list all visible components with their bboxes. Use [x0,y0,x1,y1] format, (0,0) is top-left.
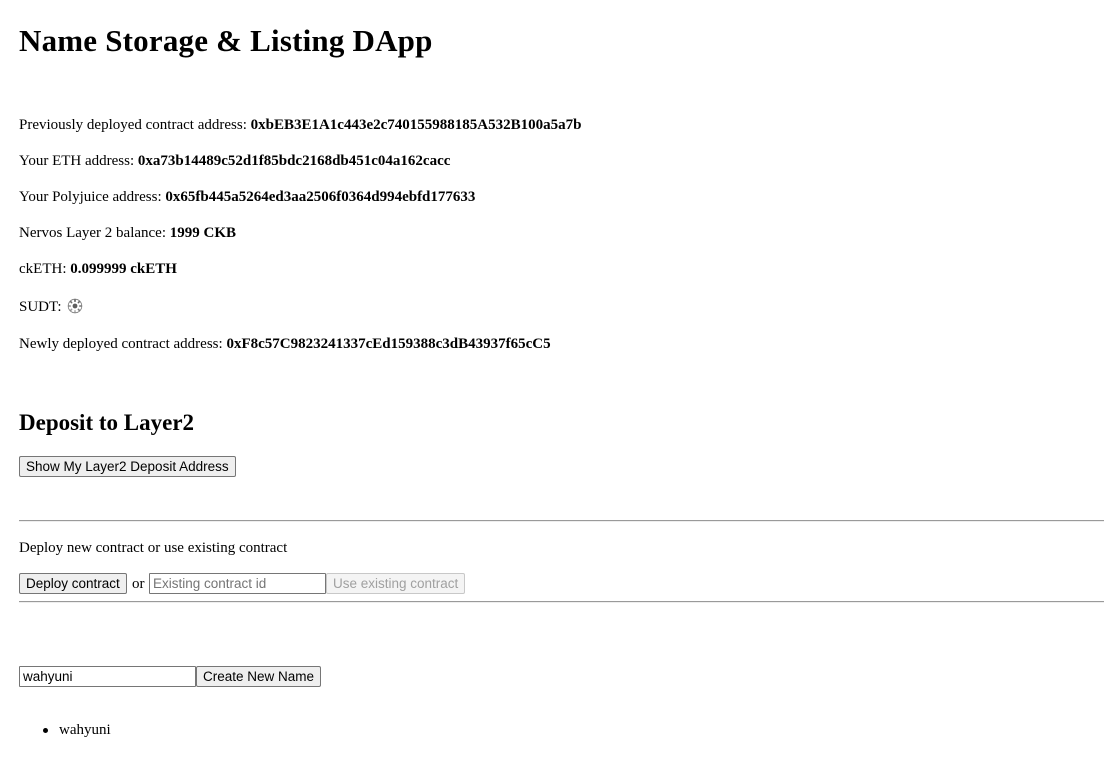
loading-spinner-icon [68,298,83,314]
new-contract-address: 0xF8c57C9823241337cEd159388c3dB43937f65c… [226,336,551,352]
previous-contract-address: 0xbEB3E1A1c443e2c740155988185A532B100a5a… [250,117,582,133]
use-existing-contract-button[interactable]: Use existing contract [326,573,466,594]
existing-contract-id-input[interactable] [149,573,326,594]
polyjuice-address-row: Your Polyjuice address: 0x65fb445a5264ed… [19,188,475,206]
new-contract-label: Newly deployed contract address: [19,336,227,352]
layer2-balance-value: 1999 CKB [169,225,237,241]
eth-address-value: 0xa73b14489c52d1f85bdc2168db451c04a162ca… [137,153,451,169]
contract-prompt: Deploy new contract or use existing cont… [19,540,288,556]
divider-top [19,520,1104,522]
sudt-row: SUDT: [19,298,83,316]
eth-address-label: Your ETH address: [19,153,138,169]
layer2-balance-label: Nervos Layer 2 balance: [19,225,170,241]
deploy-contract-button[interactable]: Deploy contract [19,573,127,594]
cketh-balance-row: ckETH: 0.099999 ckETH [19,260,177,278]
page-title: Name Storage & Listing DApp [19,23,433,58]
new-contract-row: Newly deployed contract address: 0xF8c57… [19,335,551,353]
sudt-label: SUDT: [19,299,66,315]
divider-bottom [19,601,1104,603]
previous-contract-label: Previously deployed contract address: [19,117,251,133]
polyjuice-address-value: 0x65fb445a5264ed3aa2506f0364d994ebfd1776… [165,189,476,205]
layer2-balance-row: Nervos Layer 2 balance: 1999 CKB [19,224,236,242]
list-item: wahyuni [59,722,111,738]
deposit-heading: Deposit to Layer2 [19,410,195,435]
name-input[interactable] [19,666,196,687]
cketh-label: ckETH: [19,261,71,277]
cketh-value: 0.099999 ckETH [70,261,177,277]
eth-address-row: Your ETH address: 0xa73b14489c52d1f85bdc… [19,152,450,170]
or-text: or [132,576,145,592]
list-bullet [43,728,48,733]
polyjuice-address-label: Your Polyjuice address: [19,189,166,205]
create-new-name-button[interactable]: Create New Name [196,666,322,687]
show-deposit-address-button[interactable]: Show My Layer2 Deposit Address [19,456,236,477]
previous-contract-row: Previously deployed contract address: 0x… [19,116,581,134]
